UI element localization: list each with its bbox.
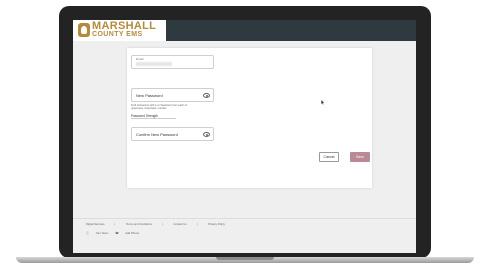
footer-link[interactable]: Terms and Conditions <box>126 223 152 226</box>
password-hint: 8-20 characters with 1-2 characters from… <box>131 104 188 111</box>
password-strength-bar <box>131 118 176 119</box>
brand-logo[interactable]: MARSHALL COUNTY EMS <box>73 20 166 41</box>
footer-link[interactable]: Privacy Policy <box>208 223 225 226</box>
cancel-button[interactable]: Cancel <box>319 152 339 162</box>
logo-mark-icon <box>78 23 90 37</box>
top-header-bar: MARSHALL COUNTY EMS <box>73 20 416 41</box>
info-icon: ⓘ <box>86 231 89 235</box>
footer-secondary-links: ⓘ Join Team ☎ Add Phone <box>86 231 145 235</box>
phone-icon: ☎ <box>115 231 119 235</box>
footer-link[interactable]: Contact Us <box>173 223 186 226</box>
footer-divider <box>73 218 416 219</box>
confirm-password-field[interactable]: Confirm New Password <box>131 127 214 141</box>
footer-phone-link[interactable]: Add Phone <box>125 231 139 235</box>
footer-join-link[interactable]: Join Team <box>96 231 109 235</box>
footer-link[interactable]: Digital Services <box>86 223 105 226</box>
laptop-notch <box>216 257 274 260</box>
email-field-label: Email <box>136 57 144 61</box>
eye-icon[interactable] <box>203 93 210 98</box>
confirm-password-label: Confirm New Password <box>136 132 178 137</box>
eye-icon[interactable] <box>203 132 210 137</box>
mouse-cursor-icon <box>321 100 325 105</box>
email-field-value-redacted <box>136 62 172 66</box>
save-button[interactable]: Save <box>350 152 370 162</box>
brand-name-line2: COUNTY EMS <box>92 31 143 38</box>
email-field[interactable]: Email <box>131 55 214 69</box>
footer-links: Digital Services | Terms and Conditions | … <box>86 223 225 226</box>
new-password-field[interactable]: New Password <box>131 88 214 102</box>
new-password-label: New Password <box>136 93 163 98</box>
app-screen: MARSHALL COUNTY EMS Email New Password 8… <box>73 20 416 253</box>
change-password-card: Email New Password 8-20 characters with … <box>127 48 372 188</box>
